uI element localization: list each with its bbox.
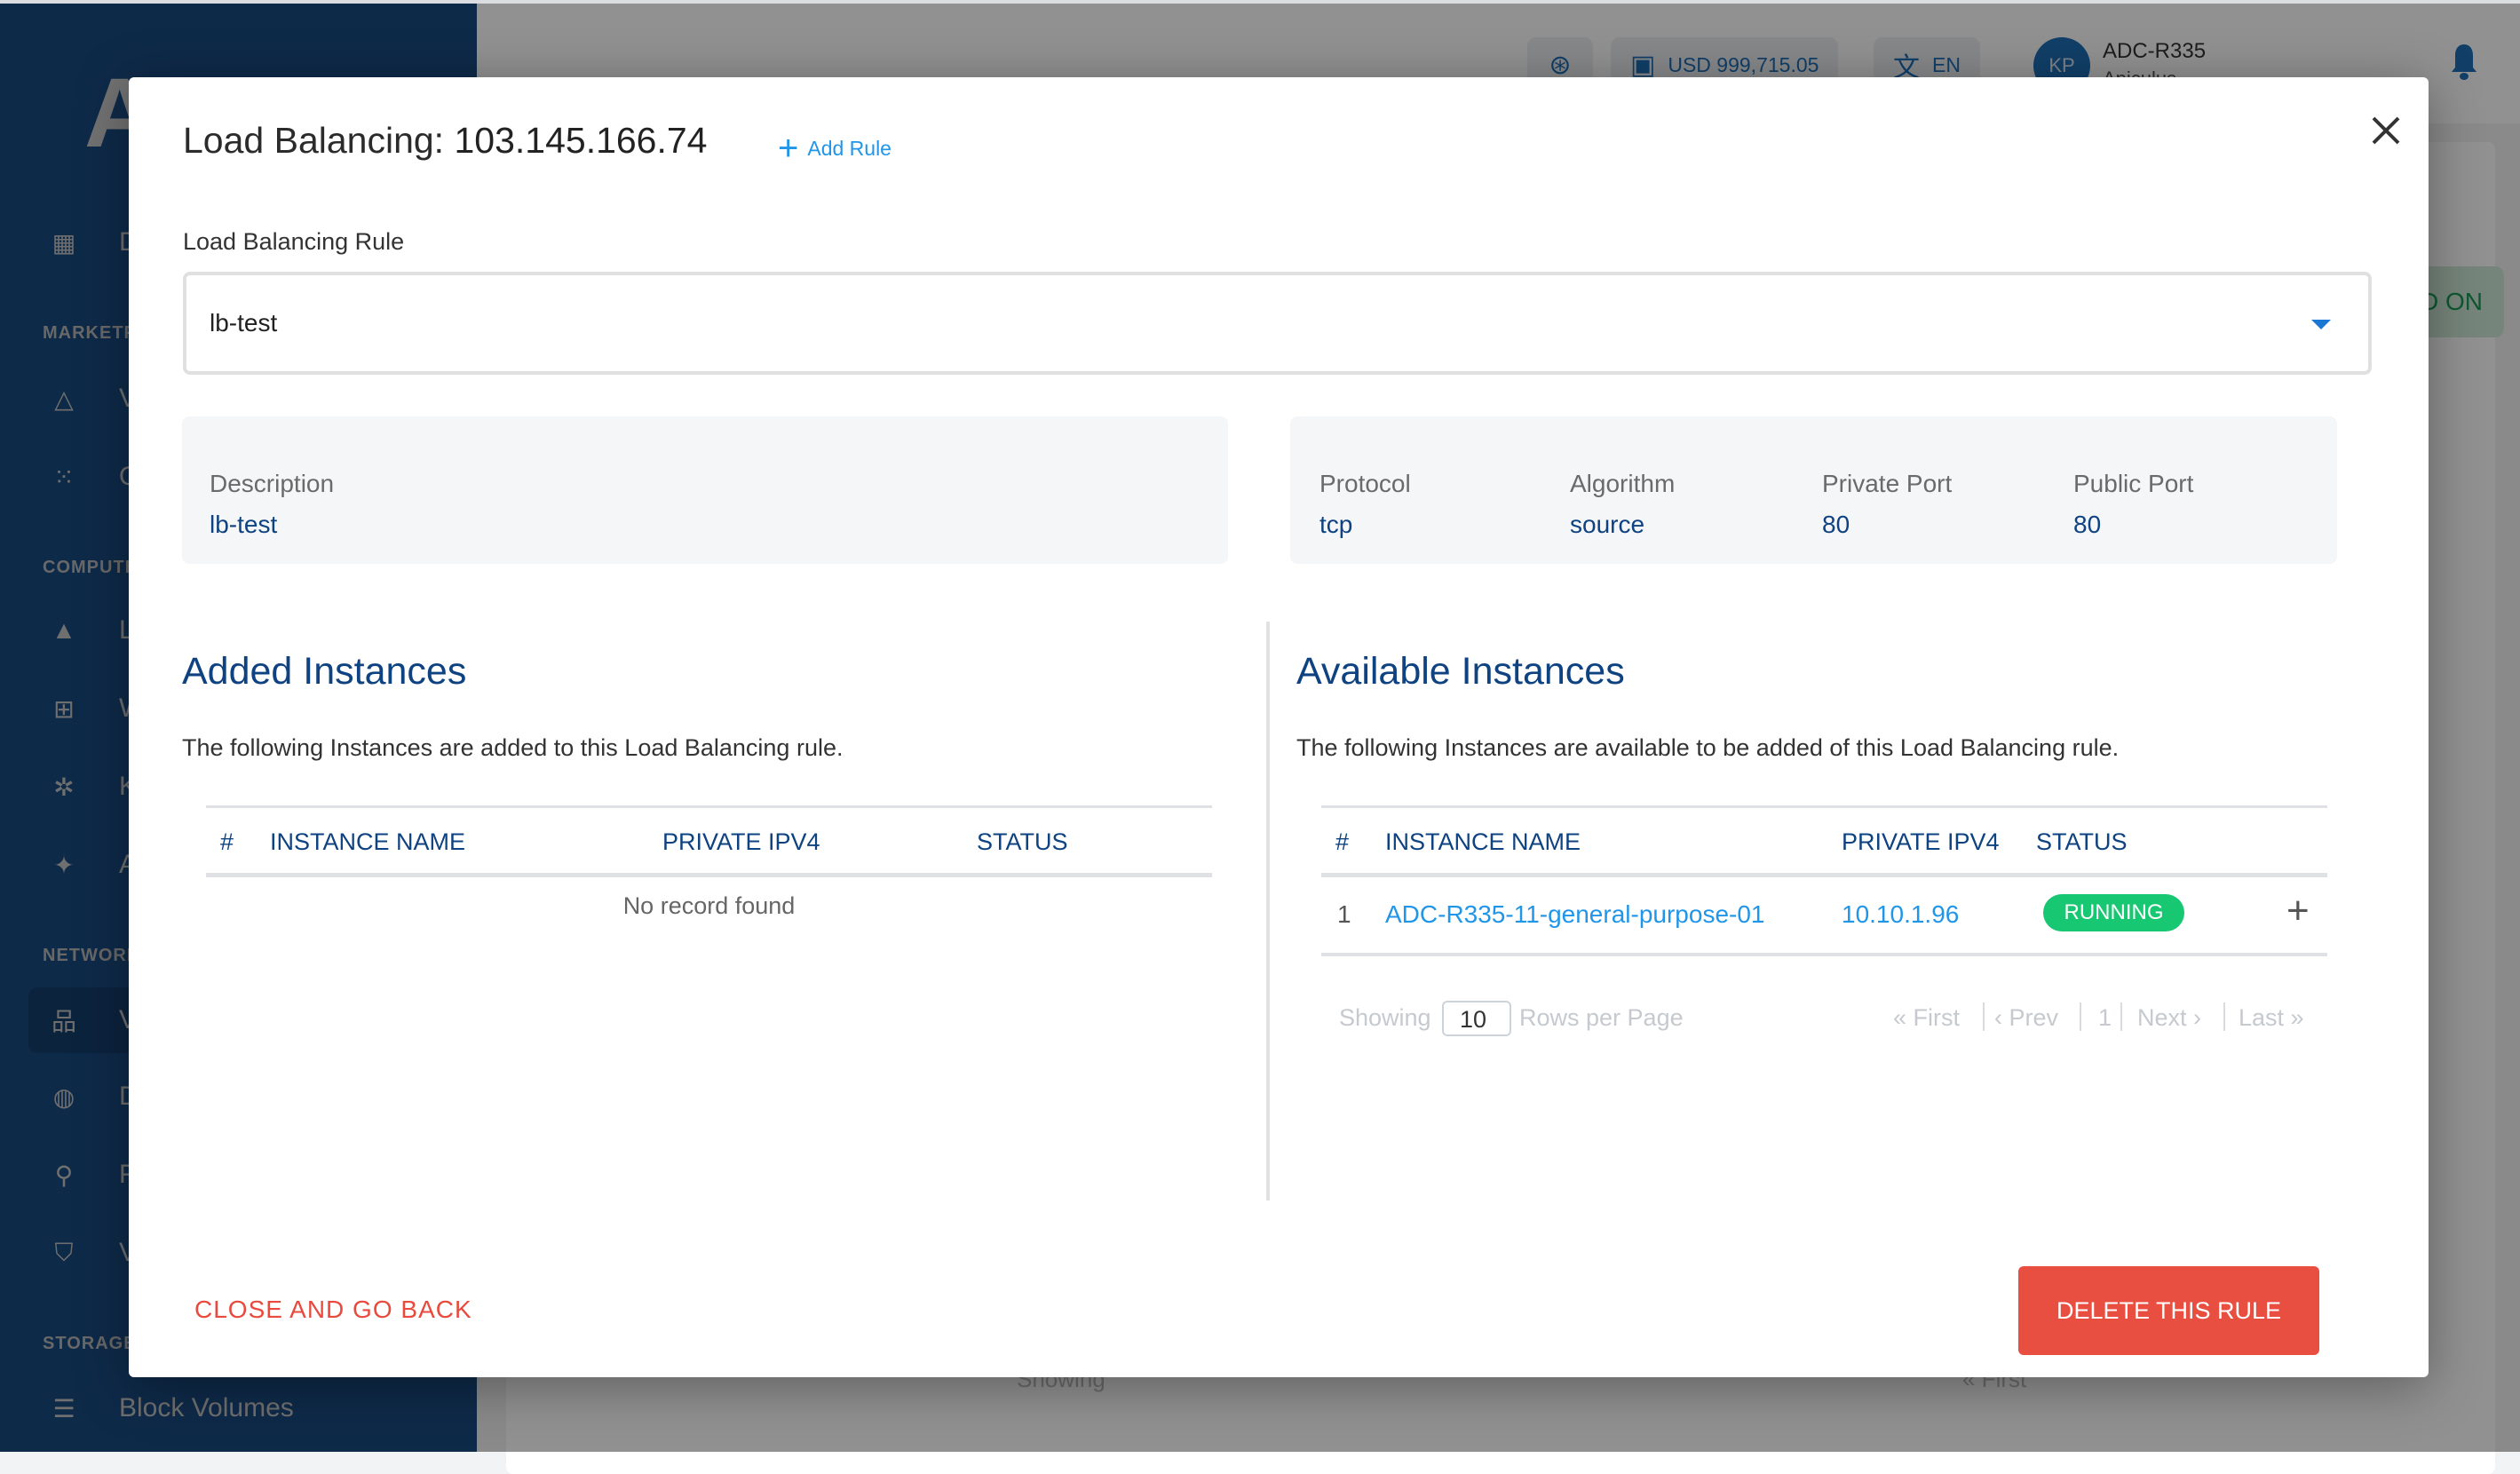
private-port-label: Private Port: [1822, 470, 1953, 497]
table-header-border: [206, 873, 1212, 877]
available-instances-title: Available Instances: [1296, 650, 1625, 693]
close-and-go-back-button[interactable]: CLOSE AND GO BACK: [194, 1296, 472, 1324]
private-port-value: 80: [1822, 511, 1850, 538]
table-top-border: [1321, 805, 2327, 808]
pager-next[interactable]: Next ›: [2137, 1004, 2201, 1032]
pager-separator: [2223, 1002, 2225, 1031]
column-divider: [1266, 622, 1270, 1201]
load-balancing-modal: Load Balancing: 103.145.166.74 + Add Rul…: [129, 77, 2429, 1377]
col-instance-name[interactable]: INSTANCE NAME: [1385, 828, 1581, 856]
status-badge: RUNNING: [2043, 894, 2184, 931]
table-header-border: [1321, 873, 2327, 877]
col-private-ipv4[interactable]: PRIVATE IPV4: [1842, 828, 2000, 856]
algorithm-label: Algorithm: [1570, 470, 1676, 497]
algorithm-value: source: [1570, 511, 1645, 538]
pager-last[interactable]: Last »: [2239, 1004, 2304, 1032]
added-instances-title: Added Instances: [182, 650, 467, 693]
added-instances-description: The following Instances are added to thi…: [182, 734, 844, 761]
col-instance-name[interactable]: INSTANCE NAME: [270, 828, 465, 856]
pager-separator: [2080, 1002, 2081, 1031]
description-card: Description lb-test: [182, 416, 1228, 564]
col-index: #: [1335, 828, 1350, 855]
available-instances-description: The following Instances are available to…: [1296, 734, 2120, 761]
description-label: Description: [210, 470, 335, 497]
row-border: [1321, 953, 2327, 956]
add-instance-button[interactable]: +: [2286, 892, 2310, 931]
pager-prev[interactable]: ‹ Prev: [1994, 1004, 2058, 1032]
row-index: 1: [1337, 900, 1351, 928]
col-index: #: [220, 828, 234, 855]
rule-select-value: lb-test: [210, 309, 278, 337]
rule-info-card: Protocol tcp Algorithm source Private Po…: [1290, 416, 2337, 564]
protocol-label: Protocol: [1319, 470, 1411, 497]
rule-field-label: Load Balancing Rule: [183, 228, 405, 255]
available-instances-table: # INSTANCE NAME PRIVATE IPV4 STATUS 1 AD…: [1321, 805, 2327, 965]
public-port-value: 80: [2073, 511, 2102, 538]
instance-ipv4: 10.10.1.96: [1842, 900, 1960, 928]
delete-rule-button[interactable]: DELETE THIS RULE: [2018, 1266, 2319, 1355]
public-ip: 103.145.166.74: [454, 120, 708, 161]
pager-separator: [1983, 1002, 1985, 1031]
table-top-border: [206, 805, 1212, 808]
public-port-label: Public Port: [2073, 470, 2194, 497]
col-status[interactable]: STATUS: [977, 828, 1068, 856]
protocol-value: tcp: [1319, 511, 1353, 538]
plus-icon: +: [778, 129, 799, 168]
modal-title: Load Balancing: 103.145.166.74: [183, 120, 708, 161]
col-private-ipv4[interactable]: PRIVATE IPV4: [662, 828, 820, 856]
pager-first[interactable]: « First: [1893, 1004, 1960, 1032]
chevron-down-icon: [2311, 320, 2331, 329]
pager-separator: [2120, 1002, 2122, 1031]
pager-rows-label: Rows per Page: [1519, 1004, 1684, 1031]
add-rule-button[interactable]: + Add Rule: [778, 131, 892, 166]
pager-showing-label: Showing: [1339, 1004, 1431, 1031]
pager-page-number[interactable]: 1: [2098, 1004, 2112, 1032]
description-value: lb-test: [210, 511, 278, 538]
col-status[interactable]: STATUS: [2036, 828, 2128, 856]
close-icon[interactable]: [2366, 111, 2405, 150]
no-record-text: No record found: [622, 892, 796, 919]
instance-name-link[interactable]: ADC-R335-11-general-purpose-01: [1385, 900, 1764, 929]
rows-per-page-input[interactable]: 10: [1442, 1001, 1511, 1036]
rule-select[interactable]: lb-test: [183, 272, 2372, 375]
